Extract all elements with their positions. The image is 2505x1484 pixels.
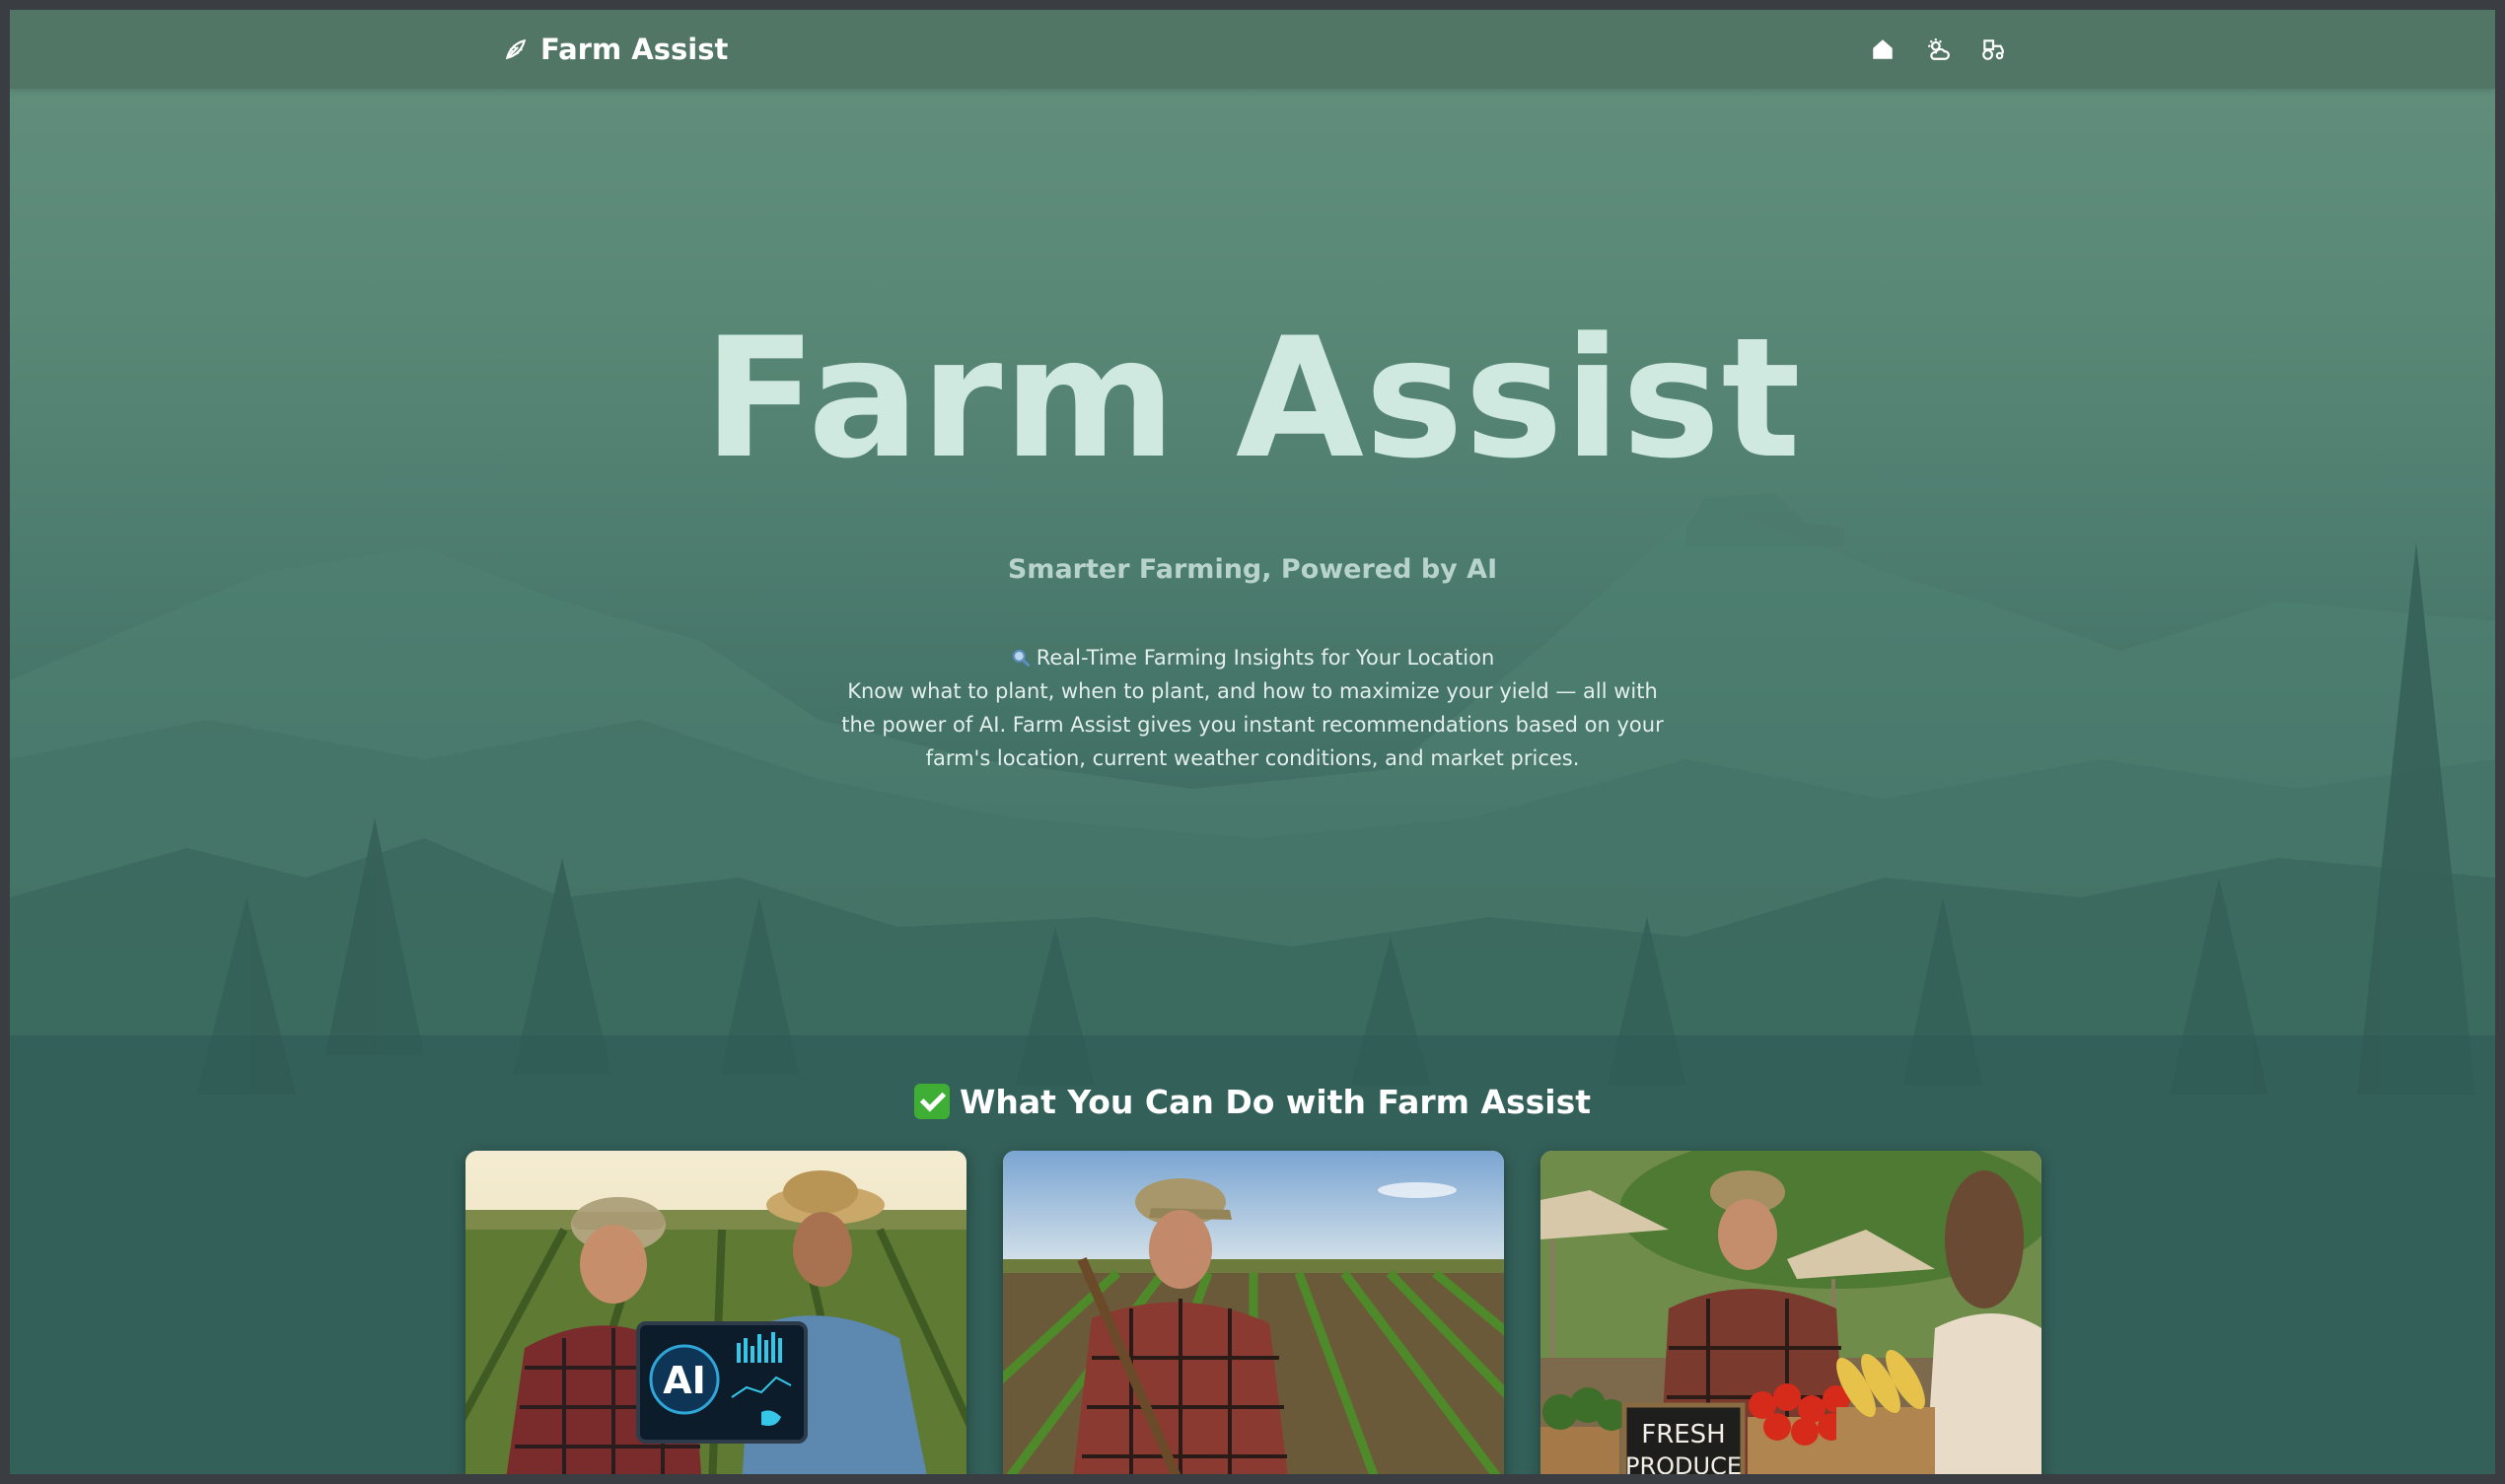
feature-card-ai-insights[interactable]: AI <box>465 1151 966 1474</box>
features-heading: What You Can Do with Farm Assist <box>10 1083 2495 1121</box>
hero-title: Farm Assist <box>703 302 1802 495</box>
insights-headline-text: Real-Time Farming Insights for Your Loca… <box>1036 646 1495 670</box>
hero-description-block: Real-Time Farming Insights for Your Loca… <box>828 641 1677 775</box>
feature-card-planting-guidance[interactable] <box>1003 1151 1504 1474</box>
checkmark-icon <box>913 1084 950 1119</box>
sign-produce-label: PRODUCE <box>1625 1452 1742 1474</box>
features-heading-text: What You Can Do with Farm Assist <box>959 1083 1592 1121</box>
weather-icon[interactable] <box>1925 36 1951 62</box>
sign-fresh-label: FRESH <box>1641 1420 1726 1449</box>
brand-name: Farm Assist <box>540 33 729 66</box>
nav-icon-group <box>1870 10 2006 89</box>
hero-subtitle: Smarter Farming, Powered by AI <box>1007 554 1498 585</box>
top-navbar: Farm Assist <box>10 10 2495 89</box>
home-icon[interactable] <box>1870 36 1896 62</box>
seedling-icon <box>505 38 527 60</box>
page-frame: Farm Assist Farm Assist Smarter Farming,… <box>10 10 2495 1474</box>
tablet-ai-label: AI <box>663 1359 706 1402</box>
feature-card-market-prices[interactable]: FRESH PRODUCE <box>1540 1151 2041 1474</box>
insights-headline: Real-Time Farming Insights for Your Loca… <box>828 641 1677 674</box>
farmer-at-market-stall-image: FRESH PRODUCE <box>1540 1151 2041 1474</box>
tractor-icon[interactable] <box>1980 36 2006 62</box>
magnifier-icon <box>1012 649 1030 667</box>
hero-description: Know what to plant, when to plant, and h… <box>841 679 1664 770</box>
farmer-in-crop-field-image <box>1003 1151 1504 1474</box>
brand-link[interactable]: Farm Assist <box>503 10 728 89</box>
farmers-with-ai-tablet-image: AI <box>465 1151 966 1474</box>
feature-card-list: AI FRESH PRODUCE <box>465 1151 2041 1474</box>
